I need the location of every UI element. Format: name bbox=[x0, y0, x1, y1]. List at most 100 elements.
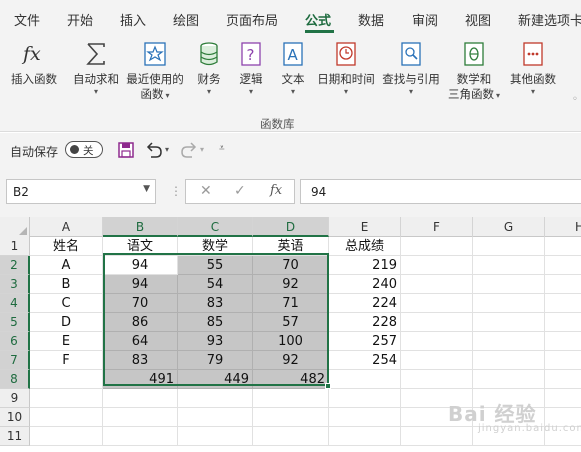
lookup-reference-button[interactable]: 查找与引用 ▾ bbox=[380, 38, 442, 97]
cell-e4[interactable]: 224 bbox=[329, 294, 401, 313]
cell-a9[interactable] bbox=[30, 389, 103, 408]
logical-button[interactable]: ? 逻辑 ▾ bbox=[234, 38, 268, 97]
cell-f6[interactable] bbox=[401, 332, 473, 351]
redo-dropdown-icon[interactable]: ▾ bbox=[200, 145, 204, 154]
datetime-button[interactable]: 日期和时间 ▾ bbox=[314, 38, 378, 97]
tab-draw[interactable]: 绘图 bbox=[173, 10, 199, 29]
cell-b5[interactable]: 86 bbox=[103, 313, 178, 332]
cell-f1[interactable] bbox=[401, 237, 473, 256]
cell-e6[interactable]: 257 bbox=[329, 332, 401, 351]
cell-d7[interactable]: 92 bbox=[253, 351, 329, 370]
column-header-d[interactable]: D bbox=[253, 217, 329, 237]
formula-bar-splitter-icon[interactable]: ⋮ bbox=[170, 184, 182, 198]
cell-h4[interactable] bbox=[545, 294, 581, 313]
cell-b7[interactable]: 83 bbox=[103, 351, 178, 370]
row-header-2[interactable]: 2 bbox=[0, 256, 30, 275]
column-header-b[interactable]: B bbox=[103, 217, 178, 237]
cell-h3[interactable] bbox=[545, 275, 581, 294]
chevron-down-icon[interactable]: ▼ bbox=[143, 184, 150, 194]
tab-insert[interactable]: 插入 bbox=[120, 10, 146, 29]
cell-e9[interactable] bbox=[329, 389, 401, 408]
ribbon-overflow-icon[interactable]: ◦ bbox=[572, 94, 578, 105]
row-header-9[interactable]: 9 bbox=[0, 389, 30, 408]
cell-h6[interactable] bbox=[545, 332, 581, 351]
tab-page-layout[interactable]: 页面布局 bbox=[226, 10, 278, 29]
cell-f8[interactable] bbox=[401, 370, 473, 389]
cell-b6[interactable]: 64 bbox=[103, 332, 178, 351]
autosave-toggle[interactable]: 关 bbox=[65, 141, 103, 158]
tab-view[interactable]: 视图 bbox=[465, 10, 491, 29]
column-header-c[interactable]: C bbox=[178, 217, 253, 237]
cell-d1[interactable]: 英语 bbox=[253, 237, 329, 256]
cell-c7[interactable]: 79 bbox=[178, 351, 253, 370]
cell-d5[interactable]: 57 bbox=[253, 313, 329, 332]
cell-c5[interactable]: 85 bbox=[178, 313, 253, 332]
cell-c11[interactable] bbox=[178, 427, 253, 446]
cell-d2[interactable]: 70 bbox=[253, 256, 329, 275]
autosum-button[interactable]: 自动求和 ▾ bbox=[70, 38, 122, 97]
cell-c9[interactable] bbox=[178, 389, 253, 408]
cell-e8[interactable] bbox=[329, 370, 401, 389]
cell-d10[interactable] bbox=[253, 408, 329, 427]
tab-new[interactable]: 新建选项卡 bbox=[518, 10, 581, 29]
row-header-3[interactable]: 3 bbox=[0, 275, 30, 294]
cell-a6[interactable]: E bbox=[30, 332, 103, 351]
cell-d11[interactable] bbox=[253, 427, 329, 446]
tab-file[interactable]: 文件 bbox=[14, 10, 40, 29]
column-header-a[interactable]: A bbox=[30, 217, 103, 237]
select-all-button[interactable] bbox=[0, 217, 30, 237]
cell-g8[interactable] bbox=[473, 370, 545, 389]
insert-function-button[interactable]: fx 插入函数 bbox=[6, 38, 62, 87]
cell-g5[interactable] bbox=[473, 313, 545, 332]
cell-c1[interactable]: 数学 bbox=[178, 237, 253, 256]
cell-f3[interactable] bbox=[401, 275, 473, 294]
column-header-f[interactable]: F bbox=[401, 217, 473, 237]
cell-e10[interactable] bbox=[329, 408, 401, 427]
cell-e3[interactable]: 240 bbox=[329, 275, 401, 294]
cell-a5[interactable]: D bbox=[30, 313, 103, 332]
cell-a1[interactable]: 姓名 bbox=[30, 237, 103, 256]
name-box[interactable]: B2 ▼ bbox=[6, 179, 156, 204]
cell-b4[interactable]: 70 bbox=[103, 294, 178, 313]
row-header-11[interactable]: 11 bbox=[0, 427, 30, 446]
cell-e2[interactable]: 219 bbox=[329, 256, 401, 275]
cell-b3[interactable]: 94 bbox=[103, 275, 178, 294]
cell-e5[interactable]: 228 bbox=[329, 313, 401, 332]
cell-h7[interactable] bbox=[545, 351, 581, 370]
tab-review[interactable]: 审阅 bbox=[412, 10, 438, 29]
cell-a4[interactable]: C bbox=[30, 294, 103, 313]
cell-g4[interactable] bbox=[473, 294, 545, 313]
redo-icon[interactable] bbox=[180, 141, 198, 159]
cell-f2[interactable] bbox=[401, 256, 473, 275]
cell-a11[interactable] bbox=[30, 427, 103, 446]
cell-g7[interactable] bbox=[473, 351, 545, 370]
formula-input[interactable]: 94 bbox=[300, 179, 581, 204]
financial-button[interactable]: 财务 ▾ bbox=[192, 38, 226, 97]
cell-f7[interactable] bbox=[401, 351, 473, 370]
row-header-8[interactable]: 8 bbox=[0, 370, 30, 389]
row-header-1[interactable]: 1 bbox=[0, 237, 30, 256]
cell-d4[interactable]: 71 bbox=[253, 294, 329, 313]
cell-d8[interactable]: 482 bbox=[253, 370, 329, 389]
column-header-h[interactable]: H bbox=[545, 217, 581, 237]
cell-d9[interactable] bbox=[253, 389, 329, 408]
cell-b1[interactable]: 语文 bbox=[103, 237, 178, 256]
math-trig-button[interactable]: 数学和 三角函数 ▾ bbox=[444, 38, 504, 103]
row-header-6[interactable]: 6 bbox=[0, 332, 30, 351]
cell-c6[interactable]: 93 bbox=[178, 332, 253, 351]
text-functions-button[interactable]: A 文本 ▾ bbox=[276, 38, 310, 97]
cell-a7[interactable]: F bbox=[30, 351, 103, 370]
tab-formulas[interactable]: 公式 bbox=[305, 10, 331, 29]
cell-e1[interactable]: 总成绩 bbox=[329, 237, 401, 256]
cell-b9[interactable] bbox=[103, 389, 178, 408]
customize-qat-icon[interactable]: ⩡ bbox=[219, 143, 225, 154]
insert-function-fx-icon[interactable]: fx bbox=[270, 183, 282, 198]
tab-home[interactable]: 开始 bbox=[67, 10, 93, 29]
tab-data[interactable]: 数据 bbox=[358, 10, 384, 29]
row-header-4[interactable]: 4 bbox=[0, 294, 30, 313]
undo-dropdown-icon[interactable]: ▾ bbox=[165, 145, 169, 154]
cell-g1[interactable] bbox=[473, 237, 545, 256]
cell-c2[interactable]: 55 bbox=[178, 256, 253, 275]
cell-c4[interactable]: 83 bbox=[178, 294, 253, 313]
cell-a8[interactable] bbox=[30, 370, 103, 389]
